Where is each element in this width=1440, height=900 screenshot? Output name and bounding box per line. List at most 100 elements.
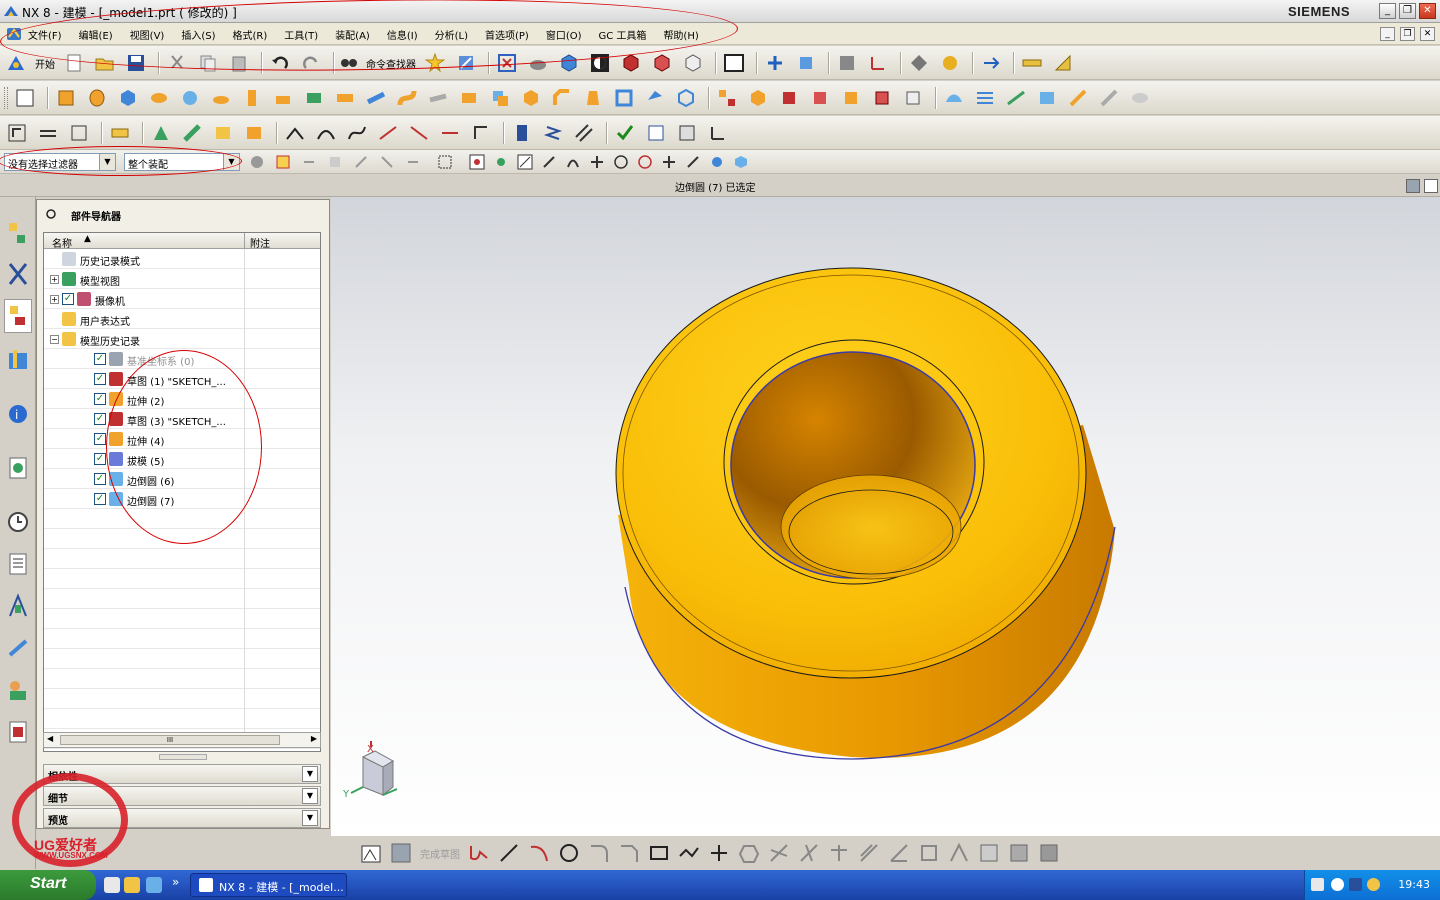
sketch-fillet-icon[interactable] <box>586 840 612 866</box>
cylinder-feature-icon[interactable] <box>509 121 535 145</box>
edit-with-rollback-icon[interactable] <box>179 121 205 145</box>
menu-assembly[interactable]: 装配(A) <box>335 27 370 42</box>
expression-icon[interactable] <box>107 121 133 145</box>
sketch-line-icon[interactable] <box>496 840 522 866</box>
tree-row[interactable]: ✓ 基准坐标系 (0) <box>44 349 320 369</box>
tree-row[interactable]: ✓ 拉伸 (4) <box>44 429 320 449</box>
auto-constraint-icon[interactable] <box>946 840 972 866</box>
measure-icon[interactable] <box>1019 51 1045 75</box>
tree-row[interactable]: 历史记录模式 <box>44 249 320 269</box>
boss-icon[interactable] <box>239 86 265 110</box>
web-browser-icon[interactable] <box>4 451 32 485</box>
snap-point-on-face-icon[interactable] <box>684 153 702 171</box>
snap-control-icon[interactable] <box>540 153 558 171</box>
navigator-hscrollbar[interactable]: ◀ III ▶ <box>43 732 321 748</box>
finish-sketch-icon[interactable] <box>388 840 414 866</box>
manufacturing-wizards-icon[interactable] <box>4 631 32 665</box>
show-constraints-icon[interactable] <box>976 840 1002 866</box>
process-studio-icon[interactable] <box>4 589 32 623</box>
quicklaunch-more-icon[interactable]: » <box>172 875 179 889</box>
select-face-icon[interactable] <box>378 153 396 171</box>
doc-restore-button[interactable]: ❐ <box>1400 27 1415 41</box>
snap-midpoint-icon[interactable] <box>516 153 534 171</box>
snap-quadrant-icon[interactable] <box>612 153 630 171</box>
menu-edit[interactable]: 编辑(E) <box>79 27 113 42</box>
restore-button[interactable]: ❐ <box>1399 3 1416 19</box>
sketch-point-icon[interactable] <box>706 840 732 866</box>
edit-object-display-icon[interactable] <box>937 51 963 75</box>
feature-checkbox[interactable]: ✓ <box>94 473 106 485</box>
zoom-icon[interactable] <box>525 51 551 75</box>
shell-icon[interactable] <box>611 86 637 110</box>
snap-intersection-icon[interactable] <box>564 153 582 171</box>
move-face-icon[interactable] <box>838 86 864 110</box>
filter-icon[interactable] <box>248 153 266 171</box>
feature-checkbox[interactable]: ✓ <box>62 293 74 305</box>
menu-gc-toolkit[interactable]: GC 工具箱 <box>599 27 647 42</box>
wcs-icon[interactable] <box>865 51 891 75</box>
pocket-icon[interactable] <box>270 86 296 110</box>
wireframe-icon[interactable] <box>649 51 675 75</box>
doc-minimize-button[interactable]: _ <box>1380 27 1395 41</box>
patch-icon[interactable] <box>1127 86 1153 110</box>
menu-window[interactable]: 窗口(O) <box>546 27 582 42</box>
curve-icon-2[interactable] <box>406 121 432 145</box>
explorer-quicklaunch-icon[interactable] <box>124 877 140 893</box>
make-corner-icon[interactable] <box>826 840 852 866</box>
back-tray-icon[interactable] <box>1331 878 1344 891</box>
edit-parameters-icon[interactable] <box>148 121 174 145</box>
start-button[interactable]: 开始 <box>35 56 55 71</box>
line-icon[interactable] <box>282 121 308 145</box>
select-body-icon[interactable] <box>326 153 344 171</box>
hole-icon[interactable] <box>208 86 234 110</box>
command-finder-button[interactable]: 命令查找器 <box>366 56 416 71</box>
wcs-orient-icon[interactable] <box>705 121 731 145</box>
desktop-quicklaunch-icon[interactable] <box>104 877 120 893</box>
menu-file[interactable]: 文件(F) <box>28 27 62 42</box>
synchronous-icon[interactable] <box>900 86 926 110</box>
constraint-navigator-icon[interactable] <box>4 257 32 291</box>
full-screen-icon[interactable] <box>1406 179 1420 193</box>
datum-axis-icon[interactable] <box>66 121 92 145</box>
select-edge-icon[interactable] <box>404 153 422 171</box>
selection-scope-select[interactable]: 整个装配 ▼ <box>124 153 240 171</box>
menu-app-icon[interactable] <box>6 27 22 41</box>
curve-icon-3[interactable] <box>437 121 463 145</box>
fit-icon[interactable] <box>494 51 520 75</box>
tree-row[interactable]: ✓ 拉伸 (2) <box>44 389 320 409</box>
select-feature-icon[interactable] <box>352 153 370 171</box>
tree-row[interactable]: + 模型视图 <box>44 269 320 289</box>
system-materials-icon[interactable] <box>4 547 32 581</box>
undo-icon[interactable] <box>267 51 293 75</box>
thicken-icon[interactable] <box>425 86 451 110</box>
tree-row[interactable]: − 模型历史记录 <box>44 329 320 349</box>
scroll-thumb[interactable]: III <box>60 735 280 745</box>
replace-face-icon[interactable] <box>807 86 833 110</box>
feature-checkbox[interactable]: ✓ <box>94 493 106 505</box>
new-icon[interactable] <box>61 51 87 75</box>
snap-arc-center-icon[interactable] <box>588 153 606 171</box>
sketch-rectangle-icon[interactable] <box>646 840 672 866</box>
menu-view[interactable]: 视图(V) <box>130 27 165 42</box>
reuse-library-icon[interactable] <box>4 343 32 377</box>
expand-icon[interactable]: + <box>50 295 59 304</box>
edge-blend-icon[interactable] <box>518 86 544 110</box>
start-icon[interactable] <box>4 51 28 75</box>
move-component-icon[interactable] <box>793 51 819 75</box>
emboss-icon[interactable] <box>456 86 482 110</box>
menu-preferences[interactable]: 首选项(P) <box>485 27 529 42</box>
pin-icon[interactable] <box>45 208 57 220</box>
spring-icon[interactable] <box>540 121 566 145</box>
rectangle-select-icon[interactable] <box>436 153 454 171</box>
hd3d-tools-icon[interactable]: i <box>4 397 32 431</box>
minimize-button[interactable]: _ <box>1379 3 1396 19</box>
convert-reference-icon[interactable] <box>1036 840 1062 866</box>
paste-icon[interactable] <box>226 51 252 75</box>
chevron-down-icon[interactable]: ▼ <box>302 766 318 782</box>
snap-view-icon[interactable] <box>453 51 479 75</box>
sketch-circle-icon[interactable] <box>556 840 582 866</box>
surface-icon[interactable] <box>941 86 967 110</box>
profile-icon[interactable] <box>466 840 492 866</box>
sketch-polygon-icon[interactable] <box>736 840 762 866</box>
sphere-icon[interactable] <box>177 86 203 110</box>
